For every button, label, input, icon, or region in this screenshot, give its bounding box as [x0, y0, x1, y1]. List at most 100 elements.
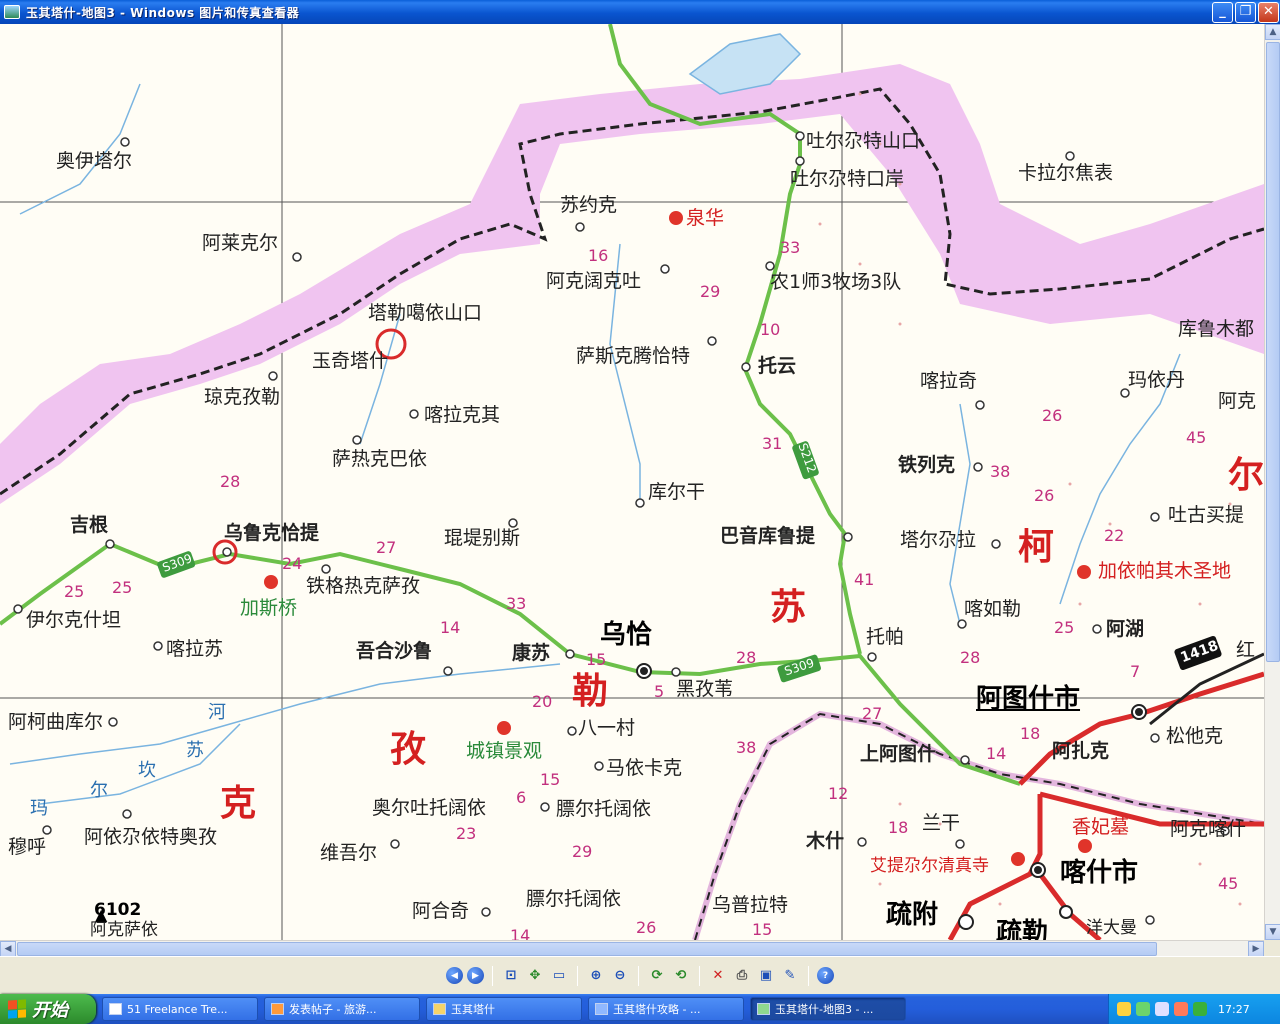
place-label: 阿图什市	[976, 684, 1081, 714]
place-label: 阿湖	[1106, 618, 1145, 640]
taskbar-button[interactable]: 51 Freelance Tre...	[102, 997, 258, 1021]
image-viewport[interactable]: ▲ 苏 勒 孜 克 柯 尔 奥伊塔尔 阿莱克尔 琼克孜勒 玉奇塔什 塔勒噶依山口…	[0, 24, 1264, 940]
actual-size-button[interactable]: ✥	[525, 966, 545, 986]
place-label: 木什	[806, 830, 845, 852]
maximize-button[interactable]: ❐	[1235, 2, 1256, 23]
scroll-down-arrow-icon[interactable]: ▼	[1265, 924, 1280, 940]
place-label: 萨斯克腾恰特	[576, 345, 691, 367]
print-button[interactable]: ⎙	[732, 966, 752, 986]
place-label: 玛依丹	[1128, 369, 1186, 391]
zoom-in-button[interactable]: ⊕	[586, 966, 606, 986]
place-label: 喀什市	[1060, 858, 1139, 888]
toolbar-separator	[577, 965, 578, 986]
taskbar-button-active[interactable]: 玉其塔什-地图3 - ...	[750, 997, 906, 1021]
windows-taskbar: 开始 51 Freelance Tre... 发表帖子 - 旅游... 玉其塔什…	[0, 994, 1280, 1024]
place-label: 库尔干	[648, 481, 706, 503]
edit-button[interactable]: ✎	[780, 966, 800, 986]
next-image-button[interactable]: ▶	[467, 967, 484, 984]
place-label: 吾合沙鲁	[356, 640, 433, 662]
distance-label: 26	[636, 918, 657, 937]
distance-label: 26	[1042, 406, 1063, 425]
river-label: 苏	[186, 740, 204, 761]
region-label: 克	[220, 783, 257, 824]
place-label: 吐尔尕特山口	[806, 130, 921, 152]
distance-label: 28	[736, 648, 757, 667]
horizontal-scrollbar[interactable]: ◀ ▶	[0, 940, 1264, 957]
minimize-button[interactable]: _	[1212, 2, 1233, 23]
scroll-up-arrow-icon[interactable]: ▲	[1265, 24, 1280, 40]
place-label: 阿合奇	[412, 900, 470, 922]
place-label: 兰干	[922, 812, 961, 834]
scrollbar-corner	[1264, 940, 1280, 956]
region-label: 勒	[572, 671, 609, 712]
place-label: 松他克	[1166, 725, 1224, 747]
place-label: 铁列克	[898, 454, 956, 476]
road-shields	[157, 441, 1222, 683]
elevation-label: 6102	[94, 900, 142, 920]
place-label: 奥尔吐托阔依	[372, 797, 487, 819]
clock[interactable]: 17:27	[1218, 1003, 1250, 1016]
distance-label: 31	[762, 434, 783, 453]
rotate-counterclockwise-button[interactable]: ⟲	[671, 966, 691, 986]
volume-icon[interactable]	[1155, 1002, 1169, 1016]
vertical-scrollbar[interactable]: ▲ ▼	[1264, 24, 1280, 940]
start-button[interactable]: 开始	[0, 994, 96, 1024]
place-label: 吐古买提	[1168, 504, 1245, 526]
distance-label: 18	[888, 818, 909, 837]
distance-label: 28	[960, 648, 981, 667]
place-label: 上阿图什	[860, 743, 937, 765]
taskbar-button[interactable]: 玉其塔什攻略 - ...	[588, 997, 744, 1021]
distance-label: 18	[1020, 724, 1041, 743]
place-label: 乌普拉特	[712, 894, 789, 916]
distance-label: 16	[588, 246, 609, 265]
place-label: 萨热克巴依	[332, 448, 428, 470]
shield-icon[interactable]	[1193, 1002, 1207, 1016]
place-label: 膘尔托阔依	[556, 798, 652, 820]
help-button[interactable]: ?	[817, 967, 834, 984]
place-label: 阿克喀什	[1170, 818, 1247, 840]
taskbar-button[interactable]: 发表帖子 - 旅游...	[264, 997, 420, 1021]
vertical-scroll-thumb[interactable]	[1266, 42, 1280, 662]
distance-label: 27	[376, 538, 397, 557]
place-label: 八一村	[578, 717, 636, 739]
chat-icon[interactable]	[1117, 1002, 1131, 1016]
title-bar[interactable]: 玉其塔什-地图3 - Windows 图片和传真查看器 _ ❐ ✕	[0, 0, 1280, 24]
place-label: 玉奇塔什	[312, 350, 389, 372]
taskbar-button[interactable]: 玉其塔什	[426, 997, 582, 1021]
windows-logo-icon	[8, 999, 26, 1019]
antivirus-icon[interactable]	[1174, 1002, 1188, 1016]
scroll-left-arrow-icon[interactable]: ◀	[0, 941, 16, 957]
zoom-out-button[interactable]: ⊖	[610, 966, 630, 986]
scroll-right-arrow-icon[interactable]: ▶	[1248, 941, 1264, 957]
taskbar-button-label: 玉其塔什-地图3 - ...	[775, 1003, 874, 1016]
place-label: 喀拉克其	[424, 404, 501, 426]
rotate-clockwise-button[interactable]: ⟳	[647, 966, 667, 986]
place-label: 农1师3牧场3队	[770, 271, 902, 293]
slideshow-button[interactable]: ▭	[549, 966, 569, 986]
place-label: 疏附	[886, 900, 939, 930]
river-label: 玛	[30, 798, 48, 819]
river-label: 河	[208, 702, 226, 723]
distance-label: 38	[736, 738, 757, 757]
distance-label: 45	[1218, 874, 1239, 893]
distance-label: 26	[1034, 486, 1055, 505]
save-button[interactable]: ▣	[756, 966, 776, 986]
viewer-toolbar: ◀ ▶ ⊡ ✥ ▭ ⊕ ⊖ ⟳ ⟲ ✕ ⎙ ▣ ✎ ?	[0, 956, 1280, 994]
delete-button[interactable]: ✕	[708, 966, 728, 986]
place-label: 康苏	[512, 642, 551, 664]
network-icon[interactable]	[1136, 1002, 1150, 1016]
region-label: 柯	[1018, 527, 1055, 568]
distance-label: 25	[112, 578, 133, 597]
distance-label: 24	[282, 554, 303, 573]
previous-image-button[interactable]: ◀	[446, 967, 463, 984]
distance-label: 33	[506, 594, 527, 613]
best-fit-button[interactable]: ⊡	[501, 966, 521, 986]
distance-label: 45	[1186, 428, 1207, 447]
place-label: 阿莱克尔	[202, 232, 279, 254]
place-label: 城镇景观	[466, 740, 543, 762]
taskbar-button-label: 玉其塔什攻略 - ...	[613, 1003, 701, 1016]
distance-label: 22	[1104, 526, 1125, 545]
horizontal-scroll-thumb[interactable]	[17, 942, 1157, 956]
distance-label: 33	[780, 238, 801, 257]
close-button[interactable]: ✕	[1258, 2, 1279, 23]
